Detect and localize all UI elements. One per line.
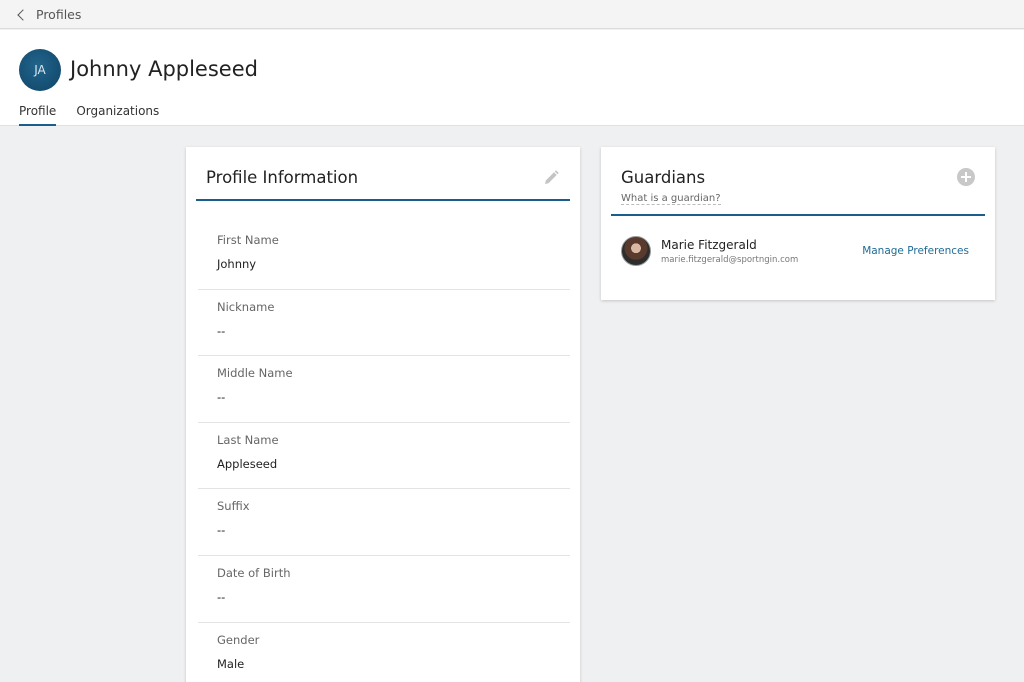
field-date-of-birth: Date of Birth -- (198, 556, 570, 623)
profile-information-card: Profile Information First Name Johnny Ni… (186, 147, 580, 682)
guardian-email: marie.fitzgerald@sportngin.com (661, 255, 799, 265)
field-value: -- (217, 589, 226, 604)
field-value: Johnny (217, 257, 257, 271)
card-title: Profile Information (206, 168, 359, 187)
what-is-guardian-link[interactable]: What is a guardian? (621, 193, 721, 205)
field-label: Suffix (217, 499, 250, 514)
field-label: Nickname (217, 299, 275, 314)
divider (196, 199, 570, 201)
field-label: Middle Name (217, 366, 293, 381)
field-gender: Gender Male (198, 623, 570, 682)
field-first-name: First Name Johnny (198, 223, 570, 290)
field-label: Last Name (217, 432, 279, 447)
pencil-icon[interactable] (542, 169, 560, 187)
tab-bar: Profile Organizations (19, 104, 159, 126)
field-nickname: Nickname -- (198, 290, 570, 357)
back-to-profiles-link[interactable]: Profiles (17, 6, 82, 22)
top-nav-bar: Profiles (0, 0, 1024, 29)
back-label: Profiles (36, 6, 82, 22)
field-value: -- (217, 523, 226, 538)
guardian-avatar (621, 236, 651, 266)
profile-fields: First Name Johnny Nickname -- Middle Nam… (198, 223, 570, 682)
guardian-row: Marie Fitzgerald marie.fitzgerald@sportn… (621, 236, 975, 268)
add-guardian-plus-icon[interactable] (957, 168, 975, 186)
field-value: -- (217, 390, 226, 405)
field-value: Appleseed (217, 456, 278, 471)
card-title: Guardians (621, 168, 706, 187)
guardian-name: Marie Fitzgerald (661, 238, 757, 252)
field-value: Male (217, 656, 245, 671)
profile-header: JA Johnny Appleseed Profile Organization… (0, 30, 1024, 126)
field-middle-name: Middle Name -- (198, 356, 570, 423)
field-label: Gender (217, 632, 260, 647)
page-title: Johnny Appleseed (70, 57, 258, 81)
field-label: Date of Birth (217, 565, 291, 580)
tab-profile[interactable]: Profile (19, 104, 57, 126)
field-suffix: Suffix -- (198, 489, 570, 556)
avatar-initials: JA (34, 63, 46, 77)
field-value: -- (217, 323, 226, 338)
divider (611, 214, 985, 216)
manage-preferences-link[interactable]: Manage Preferences (862, 245, 969, 257)
chevron-left-icon (17, 8, 29, 21)
field-last-name: Last Name Appleseed (198, 423, 570, 490)
guardians-card: Guardians What is a guardian? Marie Fitz… (601, 147, 995, 300)
field-label: First Name (217, 233, 279, 247)
tab-organizations[interactable]: Organizations (76, 104, 159, 126)
avatar: JA (19, 49, 61, 91)
